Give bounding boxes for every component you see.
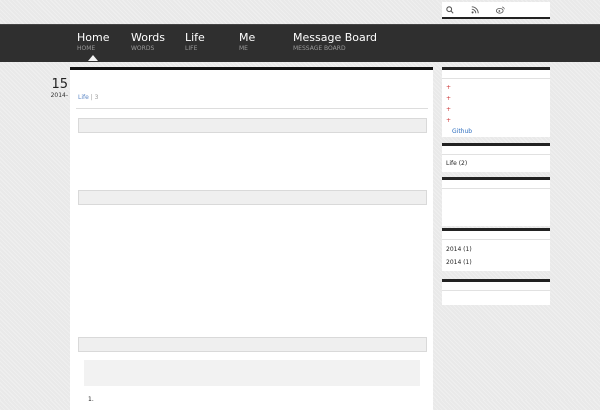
nav-active-indicator [88, 55, 98, 61]
widget-title [442, 146, 550, 155]
comment-link[interactable] [442, 211, 550, 222]
plus-icon: + [446, 117, 452, 124]
post-date: 15 2014- [44, 77, 68, 99]
nav-label: Life [185, 31, 205, 44]
nav-sub: LIFE [185, 45, 198, 52]
nav-label: Me [239, 31, 256, 44]
archive-link[interactable]: 2014 (1) [442, 257, 550, 268]
nav-label: Words [131, 31, 166, 44]
nav-sub: HOME [77, 45, 96, 52]
nav-sub: ME [239, 45, 248, 52]
nav-home[interactable]: Home HOME [77, 31, 109, 52]
weibo-tool[interactable] [496, 6, 508, 14]
comment-link[interactable] [442, 195, 550, 206]
post-year: 2014- [50, 92, 68, 99]
nav-me[interactable]: Me ME [239, 31, 255, 52]
archive-link[interactable]: 2014 (1) [442, 244, 550, 255]
nav-words[interactable]: Words WORDS [131, 31, 165, 52]
weibo-icon [496, 6, 505, 14]
nav-message-board[interactable]: Message Board MESSAGE BOARD [293, 31, 377, 52]
meta-category-link[interactable]: Life [78, 94, 89, 101]
sidebar-link[interactable]: + [442, 93, 550, 104]
widget-title [442, 70, 550, 79]
sidebar-widget-comments [442, 177, 550, 226]
post-meta: Life | 3 [78, 94, 99, 101]
post-content: Life | 3 1. [70, 67, 433, 410]
sidebar-widget-categories: Life (2) [442, 143, 550, 172]
sidebar-link[interactable]: + [442, 104, 550, 115]
nav-life[interactable]: Life LIFE [185, 31, 205, 52]
nav-label: Home [77, 31, 110, 44]
section-heading [78, 118, 427, 133]
github-link[interactable]: Github [452, 128, 472, 135]
search-tool[interactable] [446, 5, 457, 14]
nav-label: Message Board [293, 31, 378, 44]
top-tools [442, 2, 550, 19]
search-icon [446, 5, 454, 14]
meta-comments[interactable]: 3 [95, 94, 99, 101]
widget-title [442, 231, 550, 240]
plus-icon: + [446, 84, 452, 91]
rss-tool[interactable] [471, 5, 482, 14]
sidebar-widget-archives: 2014 (1) 2014 (1) [442, 228, 550, 271]
plus-icon: + [446, 106, 452, 113]
widget-title [442, 180, 550, 189]
title-divider [76, 108, 428, 109]
nav-sub: MESSAGE BOARD [293, 45, 346, 52]
top-bar [0, 0, 600, 24]
post-day: 15 [51, 77, 68, 92]
widget-title [442, 282, 550, 291]
section-heading [78, 190, 427, 205]
blockquote [84, 360, 420, 386]
plus-icon: + [446, 95, 452, 102]
category-link[interactable]: Life (2) [442, 158, 550, 169]
sidebar-github-row: Github [442, 126, 550, 137]
nav-sub: WORDS [131, 45, 155, 52]
section-heading [78, 337, 427, 352]
sidebar-widget-links [442, 279, 550, 305]
rss-icon [471, 5, 479, 13]
sidebar-widget-recent: + + + + Github [442, 67, 550, 137]
sidebar-link[interactable]: + [442, 82, 550, 93]
sidebar-link[interactable]: + [442, 115, 550, 126]
